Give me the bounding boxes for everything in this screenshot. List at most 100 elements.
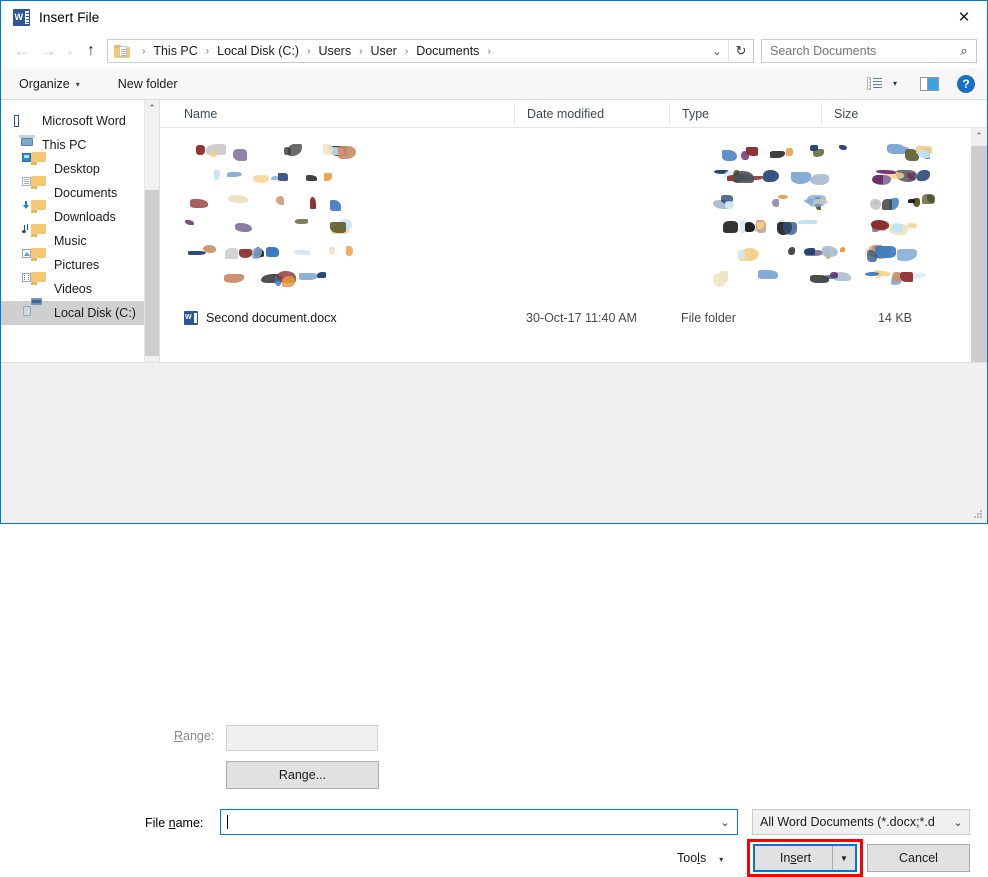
navigation-pane: Microsoft Word This PC Desktop Documents — [1, 100, 160, 362]
breadcrumb-item-users[interactable]: Users — [317, 44, 352, 58]
scroll-up-icon[interactable]: ⌃ — [971, 128, 987, 146]
new-folder-button[interactable]: New folder — [118, 77, 178, 91]
redaction-fragment — [330, 221, 347, 234]
range-input[interactable] — [226, 725, 378, 751]
size-cell: 14 KB — [877, 311, 912, 325]
breadcrumb-item-user[interactable]: User — [369, 44, 397, 58]
recent-locations-icon[interactable]: ⌄ — [61, 38, 79, 64]
redaction-fragment — [213, 170, 221, 181]
redaction-fragment — [276, 196, 285, 205]
insert-file-dialog: W Insert File ✕ ← → ⌄ ↑ › This PC › Loca… — [0, 0, 988, 877]
redaction-fragment — [787, 247, 795, 255]
breadcrumb-separator[interactable]: › — [480, 46, 497, 57]
redaction-fragment — [772, 199, 780, 207]
breadcrumb-separator[interactable]: › — [352, 46, 369, 57]
column-header-name[interactable]: Name — [160, 103, 514, 125]
range-button-label: Range... — [278, 768, 327, 782]
breadcrumb-separator[interactable]: › — [300, 46, 317, 57]
breadcrumb-item-this-pc[interactable]: This PC — [152, 44, 198, 58]
breadcrumb-item-local-disk[interactable]: Local Disk (C:) — [216, 44, 300, 58]
window-title: Insert File — [39, 10, 100, 25]
column-header-date-modified[interactable]: Date modified — [514, 102, 669, 125]
disk-icon — [23, 298, 47, 320]
scrollbar-thumb[interactable] — [971, 146, 987, 362]
redaction-fragment — [338, 145, 356, 159]
table-row[interactable]: Second document.docx 30-Oct-17 11:40 AM … — [160, 306, 987, 330]
close-icon[interactable]: ✕ — [941, 1, 987, 33]
tools-button[interactable]: Too l s ▾ — [677, 844, 741, 872]
column-headers: Name Date modified Type Size — [160, 100, 987, 128]
organize-button[interactable]: Organize ▾ — [19, 77, 80, 91]
forward-icon[interactable]: → — [35, 38, 61, 64]
breadcrumb-separator[interactable]: › — [398, 46, 415, 57]
file-name-input[interactable]: ⌄ — [220, 809, 738, 835]
search-input[interactable]: Search Documents ⌕ — [761, 39, 977, 63]
sidebar-item-label: Videos — [54, 282, 92, 296]
breadcrumb-separator[interactable]: › — [199, 46, 216, 57]
range-label-text: ange: — [183, 729, 215, 743]
redaction-fragment — [917, 170, 930, 182]
folder-desktop-icon — [22, 152, 47, 176]
column-header-type[interactable]: Type — [669, 102, 821, 125]
redaction-fragment — [252, 247, 263, 259]
folder-downloads-icon — [23, 200, 47, 224]
column-label: Name — [184, 106, 218, 121]
redaction-fragment — [234, 222, 252, 232]
up-one-level-icon[interactable]: ↑ — [79, 38, 103, 64]
redaction-fragment — [282, 275, 296, 288]
browser-panes: Microsoft Word This PC Desktop Documents — [1, 100, 987, 362]
range-label: Range: — [174, 729, 214, 743]
range-button[interactable]: Range... — [226, 761, 379, 789]
view-list-icon[interactable] — [863, 73, 885, 95]
column-header-size[interactable]: Size — [821, 102, 926, 125]
navigation-bar: ← → ⌄ ↑ › This PC › Local Disk (C:) › Us… — [1, 34, 987, 68]
redaction-fragment — [317, 271, 326, 279]
cancel-button[interactable]: Cancel — [867, 844, 970, 872]
file-list[interactable]: Second document.docx 30-Oct-17 11:40 AM … — [160, 128, 987, 362]
redaction-fragment — [309, 196, 317, 209]
sidebar-item-label: Music — [54, 234, 87, 248]
redaction-fragment — [346, 245, 353, 257]
cancel-button-label: Cancel — [899, 851, 938, 865]
redaction-fragment — [745, 146, 759, 157]
redaction-fragment — [737, 249, 745, 259]
redaction-fragment — [184, 219, 195, 226]
redaction-fragment — [812, 198, 829, 205]
chevron-down-icon[interactable]: ⌄ — [713, 816, 737, 829]
preview-pane-icon[interactable] — [917, 73, 941, 95]
new-folder-label: New folder — [117, 76, 178, 91]
insert-split-chevron-down-icon[interactable]: ▼ — [832, 846, 855, 870]
redaction-fragment — [871, 175, 883, 185]
sidebar-item-videos[interactable]: Videos — [1, 272, 159, 301]
redaction-fragment — [324, 172, 333, 182]
help-icon[interactable]: ? — [957, 74, 975, 93]
view-options-chevron-down-icon[interactable]: ▾ — [885, 73, 905, 95]
redaction-fragment — [809, 145, 818, 152]
folder-documents-icon — [22, 176, 47, 200]
refresh-icon[interactable]: ↻ — [728, 40, 753, 62]
insert-label-pre: In — [779, 851, 791, 865]
breadcrumb-item-documents[interactable]: Documents — [415, 44, 480, 58]
file-type-filter-select[interactable]: All Word Documents (*.docx;*.d ⌄ — [752, 809, 970, 835]
back-icon[interactable]: ← — [9, 38, 35, 64]
sidebar-item-label: Downloads — [54, 210, 116, 224]
scrollbar-thumb[interactable] — [145, 190, 159, 356]
insert-button[interactable]: Insert ▼ — [753, 844, 857, 872]
tools-label-post: s — [699, 851, 707, 865]
file-list-scrollbar[interactable]: ⌃ — [971, 128, 987, 362]
range-access-key: R — [174, 729, 184, 743]
address-dropdown-icon[interactable]: ⌄ — [706, 40, 728, 62]
scroll-up-icon[interactable]: ⌃ — [145, 100, 159, 117]
navigation-pane-scrollbar[interactable]: ⌃ — [144, 100, 159, 362]
address-bar[interactable]: › This PC › Local Disk (C:) › Users › Us… — [107, 39, 754, 63]
sidebar-item-microsoft-word[interactable]: Microsoft Word — [1, 109, 159, 133]
pc-icon — [19, 135, 35, 152]
sidebar-item-local-disk-c[interactable]: Local Disk (C:) — [1, 298, 159, 325]
file-list-pane: Name Date modified Type Size W Second do… — [160, 100, 987, 362]
resize-grip[interactable] — [973, 510, 983, 520]
redaction-fragment — [810, 174, 829, 186]
redaction-fragment — [288, 144, 302, 157]
redaction-fragment — [224, 247, 239, 259]
redaction-fragment — [786, 147, 793, 156]
redaction-fragment — [210, 150, 217, 158]
